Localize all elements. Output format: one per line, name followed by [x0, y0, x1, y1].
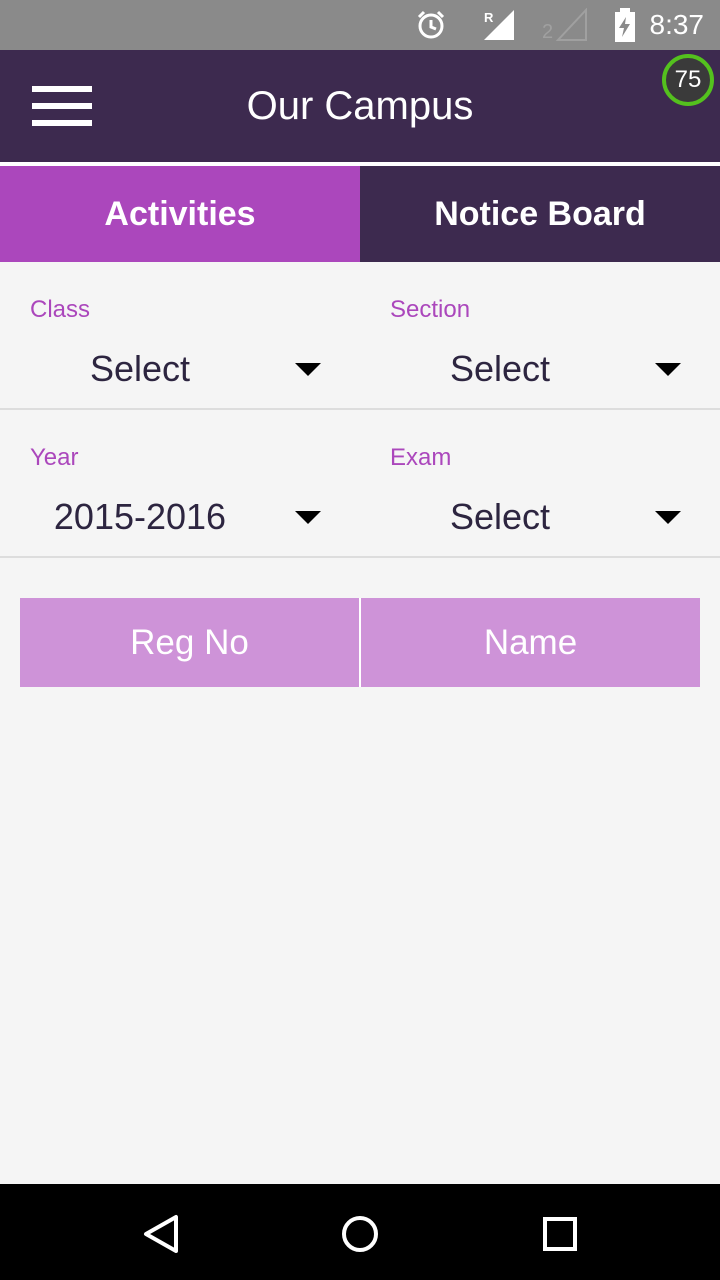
- counter-badge[interactable]: 75: [662, 54, 714, 106]
- recents-icon[interactable]: [542, 1214, 578, 1254]
- year-value[interactable]: 2015-2016: [0, 496, 280, 538]
- caret-down-icon[interactable]: [295, 511, 321, 524]
- tab-bar: Activities Notice Board: [0, 166, 720, 262]
- caret-down-icon[interactable]: [655, 511, 681, 524]
- alarm-icon: [417, 10, 445, 39]
- filter-row-year-exam: Year 2015-2016 Exam Select: [0, 410, 720, 558]
- system-nav-bar: [0, 1184, 720, 1280]
- tab-activities[interactable]: Activities: [0, 166, 360, 262]
- svg-text:R: R: [484, 10, 494, 25]
- tab-notice-board[interactable]: Notice Board: [360, 166, 720, 262]
- signal-r-icon: R: [484, 10, 514, 40]
- column-header-name: Name: [361, 598, 700, 687]
- exam-dropdown[interactable]: Exam Select: [360, 410, 720, 558]
- year-label: Year: [30, 444, 79, 471]
- signal-2-icon: 2: [542, 8, 587, 42]
- class-value[interactable]: Select: [0, 348, 280, 390]
- back-icon[interactable]: [142, 1214, 180, 1254]
- svg-text:2: 2: [542, 21, 553, 42]
- table-header: Reg No Name: [20, 598, 700, 687]
- section-dropdown[interactable]: Section Select: [360, 262, 720, 410]
- battery-charging-icon: [615, 8, 635, 42]
- year-dropdown[interactable]: Year 2015-2016: [0, 410, 360, 558]
- class-dropdown[interactable]: Class Select: [0, 262, 360, 410]
- exam-value[interactable]: Select: [360, 496, 640, 538]
- page-title: Our Campus: [246, 84, 474, 128]
- section-value[interactable]: Select: [360, 348, 640, 390]
- app-bar: Our Campus 75: [0, 50, 720, 162]
- column-header-reg-no: Reg No: [20, 598, 359, 687]
- caret-down-icon[interactable]: [655, 363, 681, 376]
- class-label: Class: [30, 296, 91, 323]
- status-time: 8:37: [649, 9, 705, 40]
- exam-label: Exam: [390, 444, 452, 471]
- caret-down-icon[interactable]: [295, 363, 321, 376]
- home-icon[interactable]: [341, 1214, 379, 1254]
- filter-row-class-section: Class Select Section Select: [0, 262, 720, 410]
- section-label: Section: [390, 296, 471, 323]
- status-bar: R 2 8:37: [0, 0, 720, 50]
